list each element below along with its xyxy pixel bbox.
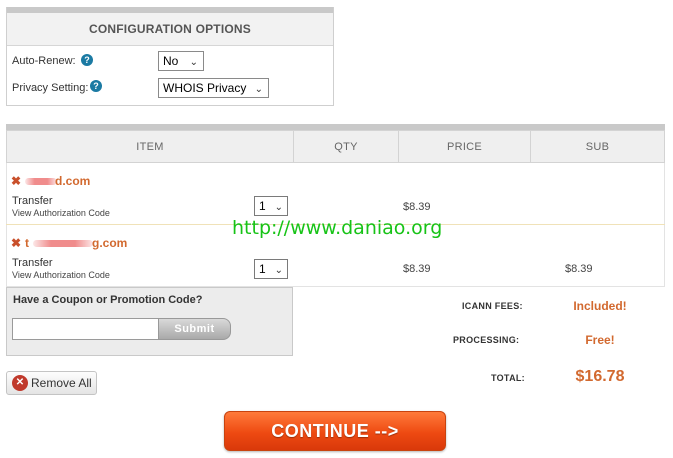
item-price: $8.39 <box>403 201 431 213</box>
privacy-setting-select[interactable]: WHOIS Privacy ⌄ <box>158 78 269 98</box>
remove-all-button[interactable]: ✕ Remove All <box>6 371 97 395</box>
watermark-text: http://www.daniao.org <box>232 217 443 239</box>
config-header: CONFIGURATION OPTIONS <box>7 13 333 46</box>
redacted-domain-blur <box>33 240 93 247</box>
quantity-value: 1 <box>259 199 266 213</box>
question-circle-icon[interactable]: ? <box>90 80 102 92</box>
column-header-price: PRICE <box>446 141 483 153</box>
item-type: Transfer <box>12 257 53 269</box>
coupon-box: Have a Coupon or Promotion Code? Submit <box>6 287 293 356</box>
coupon-title: Have a Coupon or Promotion Code? <box>13 294 203 306</box>
column-header-qty: QTY <box>334 141 358 153</box>
icann-fees-label: ICANN FEES: <box>462 301 523 311</box>
coupon-code-input[interactable] <box>12 318 160 340</box>
auto-renew-label: Auto-Renew: <box>12 55 76 67</box>
redacted-domain-blur <box>25 178 57 185</box>
item-price: $8.39 <box>403 263 431 275</box>
auto-renew-select[interactable]: No ⌄ <box>158 51 204 71</box>
auto-renew-value: No <box>163 54 179 68</box>
column-header-item: ITEM <box>136 141 164 153</box>
chevron-down-icon: ⌄ <box>274 265 283 276</box>
privacy-setting-value: WHOIS Privacy <box>163 81 247 95</box>
configuration-panel: CONFIGURATION OPTIONS Auto-Renew: ? No ⌄… <box>6 7 334 106</box>
chevron-down-icon: ⌄ <box>254 84 263 95</box>
total-value: $16.78 <box>575 368 625 385</box>
quantity-value: 1 <box>259 262 266 276</box>
view-auth-code-link[interactable]: View Authorization Code <box>12 270 110 280</box>
domain-name: d.com <box>55 174 91 188</box>
total-label: TOTAL: <box>491 373 525 383</box>
chevron-down-icon: ⌄ <box>189 57 198 68</box>
processing-label: PROCESSING: <box>453 335 520 345</box>
privacy-setting-label: Privacy Setting: <box>12 82 89 94</box>
remove-all-label: Remove All <box>31 376 92 390</box>
column-header-sub: SUB <box>585 141 610 153</box>
cart-table-header: ITEM QTY PRICE SUB <box>6 130 665 163</box>
submit-coupon-button[interactable]: Submit <box>158 318 231 340</box>
domain-name: g.com <box>92 236 128 250</box>
quantity-select[interactable]: 1 ⌄ <box>254 196 288 216</box>
quantity-select[interactable]: 1 ⌄ <box>254 259 288 279</box>
remove-item-icon[interactable]: ✖ <box>11 236 21 250</box>
question-circle-icon[interactable]: ? <box>81 54 93 66</box>
domain-name-prefix: t <box>25 236 29 250</box>
processing-value: Free! <box>585 333 615 347</box>
remove-item-icon[interactable]: ✖ <box>11 174 21 188</box>
continue-button[interactable]: CONTINUE --> <box>224 411 446 451</box>
remove-circle-icon: ✕ <box>12 375 28 391</box>
item-type: Transfer <box>12 195 53 207</box>
item-subtotal: $8.39 <box>565 263 593 275</box>
chevron-down-icon: ⌄ <box>274 202 283 213</box>
icann-fees-value: Included! <box>573 299 627 313</box>
view-auth-code-link[interactable]: View Authorization Code <box>12 208 110 218</box>
